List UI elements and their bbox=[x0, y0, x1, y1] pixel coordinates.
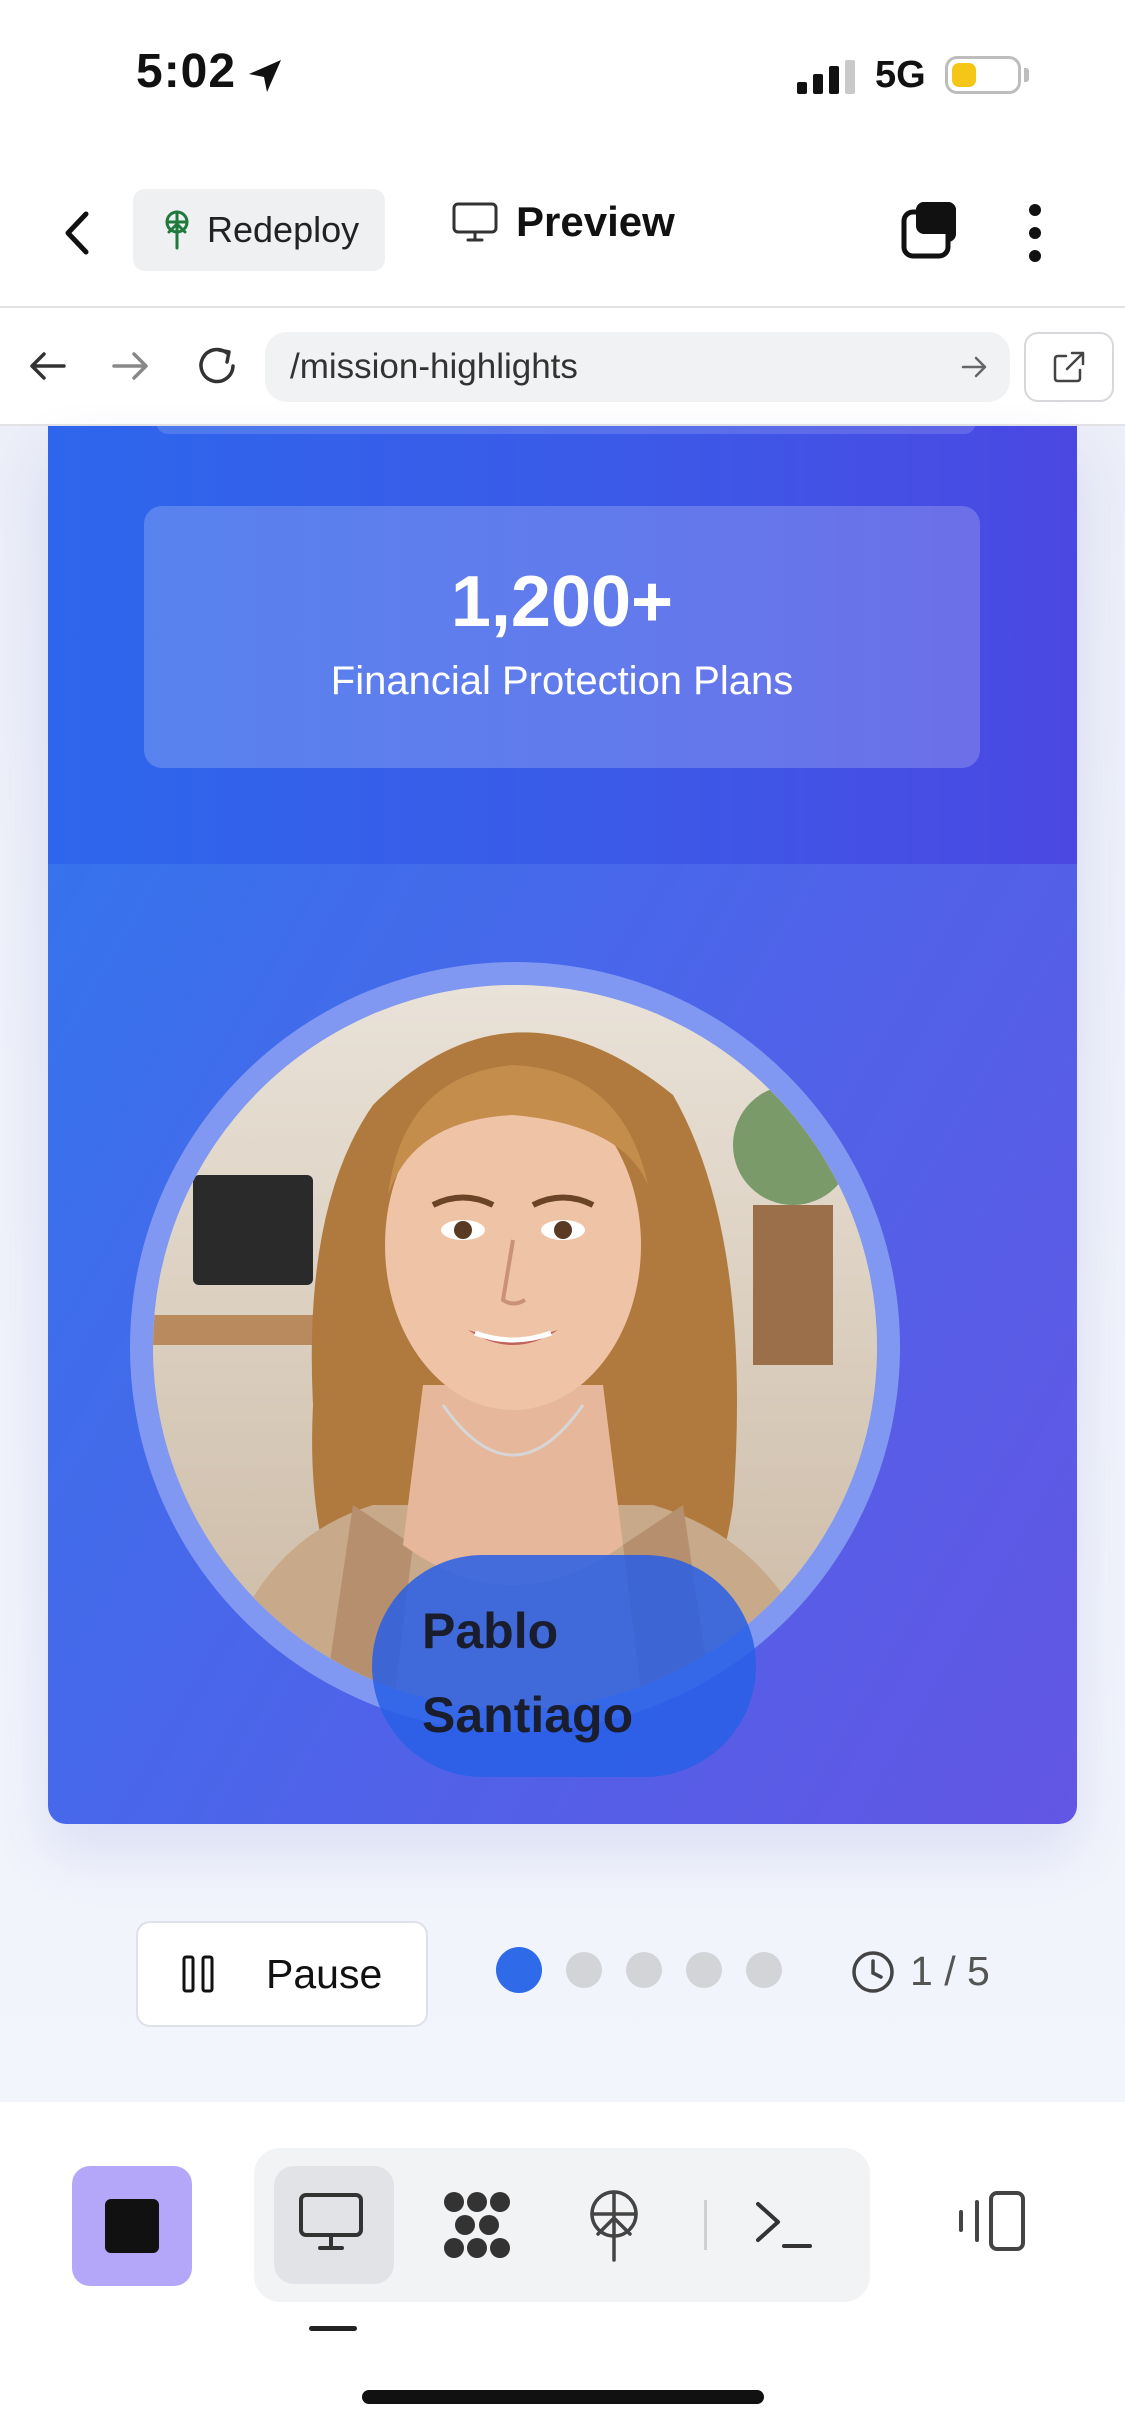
toolbar-divider bbox=[704, 2200, 707, 2250]
slide-dot-1[interactable] bbox=[496, 1947, 542, 1993]
slide-dot-4[interactable] bbox=[686, 1952, 722, 1988]
stat-value: 1,200+ bbox=[450, 562, 674, 642]
redeploy-label: Redeploy bbox=[207, 209, 360, 250]
name-badge: Pablo Santiago bbox=[372, 1555, 756, 1777]
url-go-arrow-icon[interactable] bbox=[960, 353, 988, 381]
back-chevron-icon[interactable] bbox=[62, 208, 92, 258]
desktop-icon bbox=[299, 2193, 363, 2250]
external-link-icon bbox=[1053, 351, 1085, 383]
slide-counter: 1 / 5 bbox=[850, 1948, 990, 1995]
monitor-icon bbox=[452, 202, 498, 242]
redeploy-button[interactable]: Redeploy bbox=[133, 189, 385, 271]
stat-label: Financial Protection Plans bbox=[330, 659, 794, 703]
pause-button[interactable]: Pause bbox=[136, 1921, 428, 2027]
view-switcher bbox=[254, 2148, 870, 2302]
person-name: Pablo Santiago bbox=[422, 1603, 634, 1743]
url-text: /mission-highlights bbox=[290, 347, 578, 386]
signal-icon bbox=[797, 60, 855, 94]
status-bar: 5:02 5G bbox=[0, 0, 1125, 150]
home-indicator bbox=[362, 2390, 764, 2404]
open-external-button[interactable] bbox=[1024, 332, 1114, 402]
app-header: Redeploy Preview bbox=[0, 180, 1125, 308]
deploy-tree-icon bbox=[165, 210, 189, 250]
previous-box-edge bbox=[156, 426, 976, 434]
stop-icon bbox=[105, 2199, 159, 2253]
bottom-toolbar bbox=[0, 2102, 1125, 2436]
card-stat-section: 1,200+ Financial Protection Plans bbox=[48, 426, 1077, 864]
location-arrow-icon bbox=[249, 60, 281, 92]
stop-button[interactable] bbox=[72, 2166, 192, 2286]
slide-dot-5[interactable] bbox=[746, 1952, 782, 1988]
clock-icon bbox=[852, 1950, 894, 1993]
preview-button[interactable]: Preview bbox=[452, 198, 675, 246]
network-label: 5G bbox=[875, 54, 926, 96]
preview-label: Preview bbox=[516, 198, 675, 245]
battery-icon bbox=[945, 56, 1021, 94]
device-frame-icon[interactable] bbox=[955, 2190, 1027, 2252]
apps-grid-icon[interactable] bbox=[440, 2188, 514, 2262]
deploy-icon[interactable] bbox=[584, 2188, 644, 2264]
url-field[interactable]: /mission-highlights bbox=[265, 332, 1010, 402]
browser-forward-icon[interactable] bbox=[110, 346, 150, 386]
reload-icon[interactable] bbox=[193, 342, 241, 390]
pause-label: Pause bbox=[266, 1950, 383, 1997]
pause-icon bbox=[182, 1955, 214, 1993]
stat-box: 1,200+ Financial Protection Plans bbox=[144, 506, 980, 768]
more-vertical-icon[interactable] bbox=[1020, 202, 1050, 264]
active-tab-underline bbox=[309, 2326, 357, 2331]
slide-dot-3[interactable] bbox=[626, 1952, 662, 1988]
terminal-icon[interactable] bbox=[754, 2198, 814, 2252]
slide-indicator-dots bbox=[496, 1947, 782, 1993]
slide-counter-text: 1 / 5 bbox=[910, 1948, 990, 1994]
slide-dot-2[interactable] bbox=[566, 1952, 602, 1988]
browser-bar: /mission-highlights bbox=[0, 308, 1125, 426]
tabs-icon[interactable] bbox=[900, 200, 960, 260]
browser-back-icon[interactable] bbox=[28, 346, 68, 386]
battery-nub bbox=[1024, 68, 1029, 82]
status-time: 5:02 bbox=[136, 45, 237, 98]
